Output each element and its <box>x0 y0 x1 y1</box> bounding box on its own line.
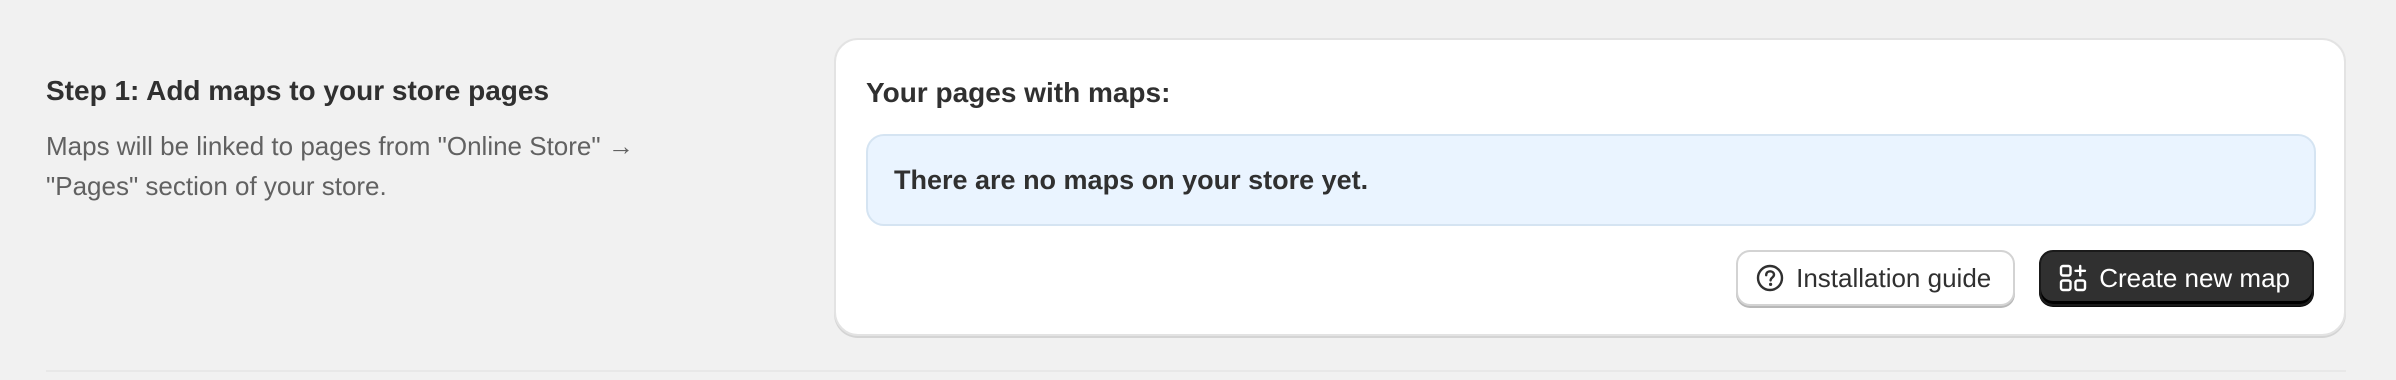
step-description: Maps will be linked to pages from "Onlin… <box>46 131 634 201</box>
create-new-map-label: Create new map <box>2099 262 2290 293</box>
empty-state-banner: There are no maps on your store yet. <box>866 134 2316 226</box>
empty-state-message: There are no maps on your store yet. <box>894 164 1369 195</box>
installation-guide-label: Installation guide <box>1796 262 1992 293</box>
installation-guide-button[interactable]: Installation guide <box>1736 250 2016 306</box>
create-new-map-button[interactable]: Create new map <box>2039 250 2314 306</box>
question-circle-icon <box>1754 262 1786 294</box>
page-content: Step 1: Add maps to your store pages Map… <box>46 0 2350 380</box>
apps-add-icon <box>2057 262 2089 294</box>
step-title: Step 1: Add maps to your store pages <box>46 75 550 106</box>
card-actions: Installation guide Create new map <box>1736 250 2314 306</box>
step-description-section: Step 1: Add maps to your store pages Map… <box>46 72 746 206</box>
section-divider <box>46 370 2346 372</box>
card-title: Your pages with maps: <box>866 77 1171 108</box>
pages-with-maps-card: Your pages with maps: There are no maps … <box>834 38 2346 336</box>
